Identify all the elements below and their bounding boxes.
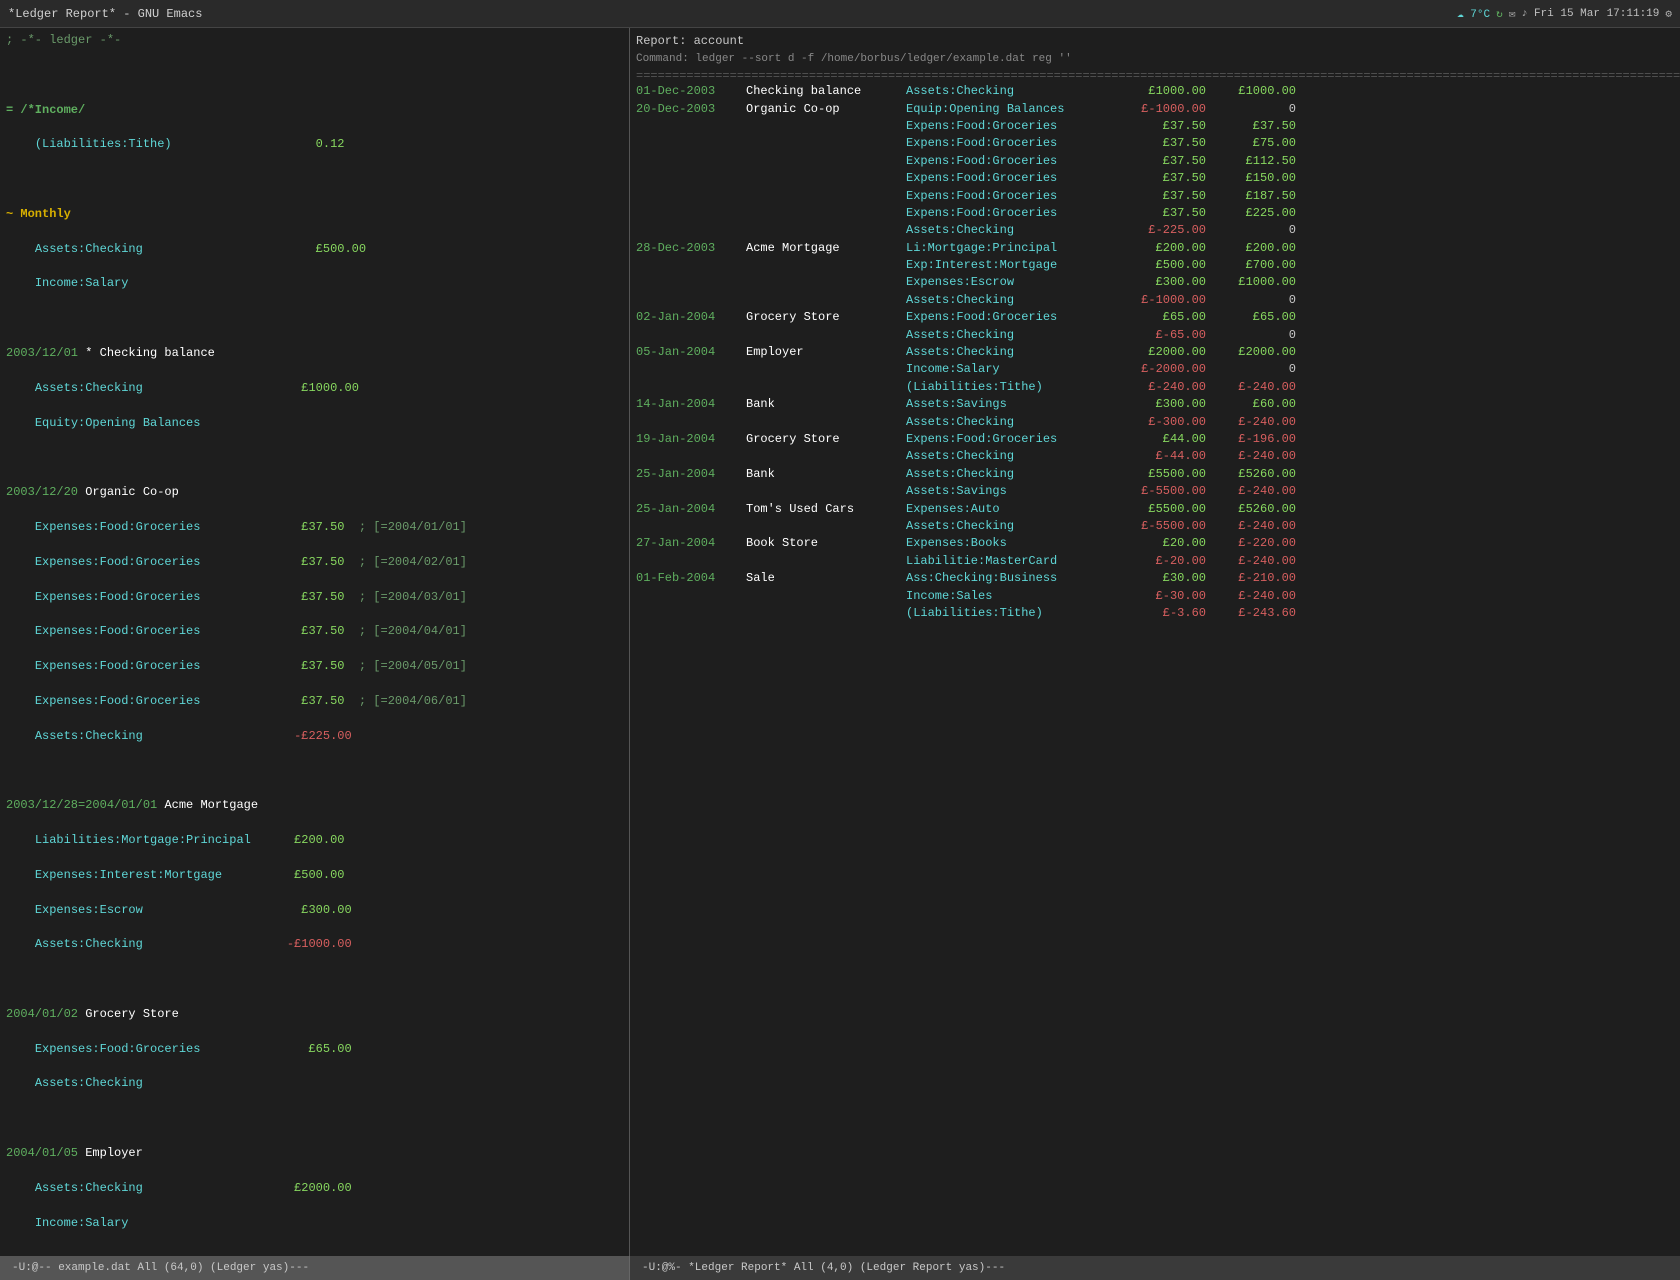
report-entry-9-row2: Assets:Checking £-5500.00 £-240.00	[630, 518, 1680, 535]
txn-escrow: Expenses:Escrow £300.00	[0, 902, 629, 919]
blank-line-2	[0, 171, 629, 188]
report-entry-8-row2: Assets:Savings £-5500.00 £-240.00	[630, 483, 1680, 500]
refresh-icon: ↻	[1496, 7, 1503, 21]
txn-mortgage-principal: Liabilities:Mortgage:Principal £200.00	[0, 832, 629, 849]
blank-line-8	[0, 1249, 629, 1256]
weather-display: ☁ 7°C	[1457, 7, 1490, 21]
status-bar: -U:@-- example.dat All (64,0) (Ledger ya…	[0, 1256, 1680, 1280]
report-entry-6-row1: 14-Jan-2004 Bank Assets:Savings £300.00 …	[630, 396, 1680, 413]
txn-grocery-5: Expenses:Food:Groceries £37.50 ; [=2004/…	[0, 658, 629, 675]
txn-income-salary: Income:Salary	[0, 1215, 629, 1232]
report-entry-8-row1: 25-Jan-2004 Bank Assets:Checking £5500.0…	[630, 466, 1680, 483]
report-entry-3-row3: Expenses:Escrow £300.00 £1000.00	[630, 274, 1680, 291]
txn-20031201-checking: Assets:Checking £1000.00	[0, 380, 629, 397]
report-entry-2-row1: 20-Dec-2003 Organic Co-op Equip:Opening …	[630, 101, 1680, 118]
volume-icon: ♪	[1521, 8, 1528, 20]
left-pane-editor[interactable]: ; -*- ledger -*- = /*Income/ (Liabilitie…	[0, 28, 630, 1256]
assets-checking-periodic: Assets:Checking £500.00	[0, 241, 629, 258]
report-entry-11-row1: 01-Feb-2004 Sale Ass:Checking:Business £…	[630, 570, 1680, 587]
report-divider: ========================================…	[630, 69, 1680, 83]
txn-20031220: 2003/12/20 Organic Co-op	[0, 484, 629, 501]
report-entry-2-row4: Expens:Food:Groceries £37.50 £112.50	[630, 153, 1680, 170]
report-entry-2-row6: Expens:Food:Groceries £37.50 £187.50	[630, 188, 1680, 205]
report-entry-2-row2: Expens:Food:Groceries £37.50 £37.50	[630, 118, 1680, 135]
report-entry-3-row1: 28-Dec-2003 Acme Mortgage Li:Mortgage:Pr…	[630, 240, 1680, 257]
report-entry-2-row3: Expens:Food:Groceries £37.50 £75.00	[630, 135, 1680, 152]
txn-employer: 2004/01/05 Employer	[0, 1145, 629, 1162]
report-entry-11-row3: (Liabilities:Tithe) £-3.60 £-243.60	[630, 605, 1680, 622]
txn-20031201-equity: Equity:Opening Balances	[0, 415, 629, 432]
income-heading: = /*Income/	[0, 102, 629, 119]
report-entry-11-row2: Income:Sales £-30.00 £-240.00	[630, 588, 1680, 605]
blank-line-6	[0, 971, 629, 988]
report-entry-5-row2: Income:Salary £-2000.00 0	[630, 361, 1680, 378]
report-entry-2-row7: Expens:Food:Groceries £37.50 £225.00	[630, 205, 1680, 222]
window-title: *Ledger Report* - GNU Emacs	[8, 7, 202, 21]
status-left-text: -U:@-- example.dat All (64,0) (Ledger ya…	[12, 1262, 309, 1274]
blank-line-4	[0, 449, 629, 466]
status-right-text: -U:@%- *Ledger Report* All (4,0) (Ledger…	[642, 1262, 1005, 1274]
tithe-line: (Liabilities:Tithe) 0.12	[0, 136, 629, 153]
txn-grocery-4: Expenses:Food:Groceries £37.50 ; [=2004/…	[0, 623, 629, 640]
blank-line-1	[0, 67, 629, 84]
comment-header: ; -*- ledger -*-	[0, 32, 629, 49]
report-entry-4-row2: Assets:Checking £-65.00 0	[630, 327, 1680, 344]
report-entry-5-row1: 05-Jan-2004 Employer Assets:Checking £20…	[630, 344, 1680, 361]
report-entry-3-row4: Assets:Checking £-1000.00 0	[630, 292, 1680, 309]
report-entry-5-row3: (Liabilities:Tithe) £-240.00 £-240.00	[630, 379, 1680, 396]
report-entry-7-row2: Assets:Checking £-44.00 £-240.00	[630, 448, 1680, 465]
report-entry-7-row1: 19-Jan-2004 Grocery Store Expens:Food:Gr…	[630, 431, 1680, 448]
report-entry-9-row1: 25-Jan-2004 Tom's Used Cars Expenses:Aut…	[630, 501, 1680, 518]
report-entry-1: 01-Dec-2003 Checking balance Assets:Chec…	[630, 83, 1680, 100]
report-entry-10-row1: 27-Jan-2004 Book Store Expenses:Books £2…	[630, 535, 1680, 552]
title-bar: *Ledger Report* - GNU Emacs ☁ 7°C ↻ ✉ ♪ …	[0, 0, 1680, 28]
blank-line-3	[0, 310, 629, 327]
report-header: Report: account	[630, 32, 1680, 51]
title-bar-left: *Ledger Report* - GNU Emacs	[8, 7, 202, 21]
blank-line-7	[0, 1110, 629, 1127]
report-entry-2-row8: Assets:Checking £-225.00 0	[630, 222, 1680, 239]
report-entry-2-row5: Expens:Food:Groceries £37.50 £150.00	[630, 170, 1680, 187]
txn-checking-grocery: Assets:Checking	[0, 1075, 629, 1092]
txn-grocery-65: Expenses:Food:Groceries £65.00	[0, 1041, 629, 1058]
txn-grocery-6: Expenses:Food:Groceries £37.50 ; [=2004/…	[0, 693, 629, 710]
txn-checking-2000: Assets:Checking £2000.00	[0, 1180, 629, 1197]
txn-20031201: 2003/12/01 * Checking balance	[0, 345, 629, 362]
main-container: ; -*- ledger -*- = /*Income/ (Liabilitie…	[0, 28, 1680, 1256]
txn-mortgage-interest: Expenses:Interest:Mortgage £500.00	[0, 867, 629, 884]
blank-line-5	[0, 762, 629, 779]
settings-icon: ⚙	[1665, 7, 1672, 21]
txn-checking-neg1000: Assets:Checking -£1000.00	[0, 936, 629, 953]
right-pane-report[interactable]: Report: account Command: ledger --sort d…	[630, 28, 1680, 1256]
txn-grocery-2: Expenses:Food:Groceries £37.50 ; [=2004/…	[0, 554, 629, 571]
report-entry-3-row2: Exp:Interest:Mortgage £500.00 £700.00	[630, 257, 1680, 274]
monthly-periodic: ~ Monthly	[0, 206, 629, 223]
email-icon: ✉	[1509, 7, 1516, 21]
txn-checking-neg225: Assets:Checking -£225.00	[0, 728, 629, 745]
status-bar-right: -U:@%- *Ledger Report* All (4,0) (Ledger…	[630, 1256, 1680, 1280]
txn-grocery-1: Expenses:Food:Groceries £37.50 ; [=2004/…	[0, 519, 629, 536]
income-salary-periodic: Income:Salary	[0, 275, 629, 292]
datetime-display: Fri 15 Mar 17:11:19	[1534, 8, 1659, 20]
report-entry-10-row2: Liabilitie:MasterCard £-20.00 £-240.00	[630, 553, 1680, 570]
report-entry-4-row1: 02-Jan-2004 Grocery Store Expens:Food:Gr…	[630, 309, 1680, 326]
report-entry-6-row2: Assets:Checking £-300.00 £-240.00	[630, 414, 1680, 431]
report-command: Command: ledger --sort d -f /home/borbus…	[630, 51, 1680, 69]
title-bar-right: ☁ 7°C ↻ ✉ ♪ Fri 15 Mar 17:11:19 ⚙	[1457, 7, 1672, 21]
txn-grocery-3: Expenses:Food:Groceries £37.50 ; [=2004/…	[0, 589, 629, 606]
status-bar-left: -U:@-- example.dat All (64,0) (Ledger ya…	[0, 1256, 630, 1280]
txn-acme: 2003/12/28=2004/01/01 Acme Mortgage	[0, 797, 629, 814]
txn-grocery-store-0102: 2004/01/02 Grocery Store	[0, 1006, 629, 1023]
